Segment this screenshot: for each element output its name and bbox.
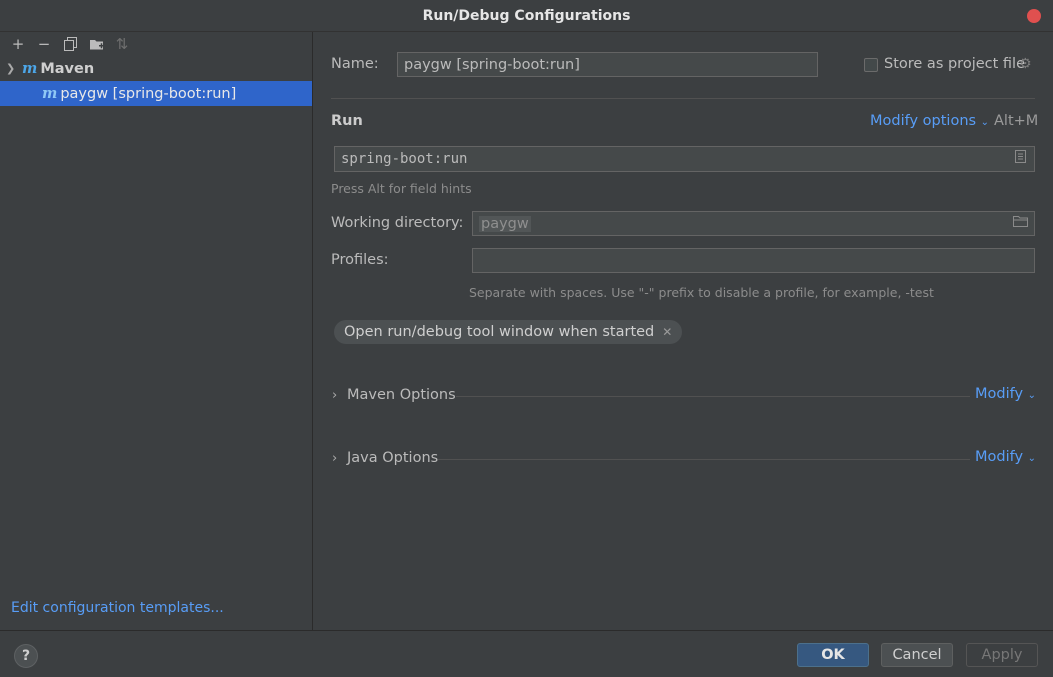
- store-project-label: Store as project file: [884, 56, 1025, 72]
- command-line-input[interactable]: spring-boot:run: [334, 146, 1035, 172]
- tree-item-label: paygw [spring-boot:run]: [60, 85, 237, 102]
- tree-group-label: Maven: [40, 60, 95, 77]
- chevron-down-icon: ⌄: [1027, 453, 1037, 464]
- help-button[interactable]: ?: [14, 644, 38, 668]
- edit-templates-link[interactable]: Edit configuration templates...: [11, 600, 224, 616]
- modify-options-link[interactable]: Modify options ⌄: [870, 113, 989, 129]
- chevron-down-icon: ⌄: [1027, 390, 1037, 401]
- profiles-hint-text: Separate with spaces. Use "-" prefix to …: [469, 285, 934, 300]
- chevron-right-icon: ›: [332, 387, 338, 403]
- ok-button[interactable]: OK: [797, 643, 869, 667]
- option-chip-label: Open run/debug tool window when started: [344, 324, 655, 340]
- tree-group-maven[interactable]: ❯ m Maven: [0, 56, 312, 81]
- run-section-title: Run: [331, 113, 363, 129]
- profiles-input[interactable]: [472, 248, 1035, 273]
- copy-icon[interactable]: [57, 33, 83, 55]
- store-project-checkbox[interactable]: [864, 58, 878, 72]
- command-line-value: spring-boot:run: [341, 151, 468, 167]
- chevron-down-icon[interactable]: ❯: [6, 62, 22, 75]
- chevron-down-icon: ⌄: [980, 117, 990, 128]
- working-directory-input[interactable]: paygw: [472, 211, 1035, 236]
- remove-icon[interactable]: −: [31, 33, 57, 55]
- modify-label: Modify: [975, 449, 1024, 465]
- profiles-label: Profiles:: [331, 252, 389, 268]
- dialog-footer: ? OK Cancel Apply: [0, 630, 1053, 677]
- java-options-label: Java Options: [347, 450, 439, 466]
- gear-icon[interactable]: ⚙: [1019, 56, 1032, 72]
- title-bar: Run/Debug Configurations: [0, 0, 1053, 32]
- java-options-modify-link[interactable]: Modify ⌄: [975, 449, 1036, 465]
- separator: [331, 98, 1035, 99]
- name-input[interactable]: paygw [spring-boot:run]: [397, 52, 818, 77]
- maven-options-toggle[interactable]: › Maven Options: [332, 387, 456, 403]
- sort-icon[interactable]: ⇅: [109, 33, 135, 55]
- modify-options-shortcut: Alt+M: [994, 113, 1039, 129]
- maven-options-label: Maven Options: [347, 387, 456, 403]
- maven-options-modify-link[interactable]: Modify ⌄: [975, 386, 1036, 402]
- close-icon[interactable]: ✕: [662, 325, 672, 339]
- cancel-button[interactable]: Cancel: [881, 643, 953, 667]
- name-label: Name:: [331, 56, 379, 72]
- sidebar-toolbar: + − ⇅: [0, 32, 312, 56]
- window-title: Run/Debug Configurations: [422, 7, 631, 24]
- name-input-value: paygw [spring-boot:run]: [404, 56, 580, 73]
- working-directory-label: Working directory:: [331, 215, 464, 231]
- expand-icon[interactable]: [1015, 150, 1026, 167]
- modify-label: Modify: [975, 386, 1024, 402]
- close-window-button[interactable]: [1027, 9, 1041, 23]
- separator: [456, 396, 970, 397]
- modify-options-label: Modify options: [870, 113, 977, 129]
- maven-icon: m: [42, 85, 58, 102]
- working-directory-value: paygw: [479, 215, 531, 232]
- folder-icon[interactable]: [1013, 215, 1028, 231]
- tree-item-paygw[interactable]: m paygw [spring-boot:run]: [0, 81, 312, 106]
- field-hint-text: Press Alt for field hints: [331, 181, 472, 196]
- maven-icon: m: [22, 60, 38, 77]
- sidebar: + − ⇅ ❯ m Maven m paygw [spring-boot:run…: [0, 32, 313, 630]
- folder-add-icon[interactable]: [83, 33, 109, 55]
- chevron-right-icon: ›: [332, 450, 338, 466]
- separator: [438, 459, 970, 460]
- option-chip-open-tool-window: Open run/debug tool window when started …: [334, 320, 683, 344]
- apply-button[interactable]: Apply: [966, 643, 1038, 667]
- java-options-toggle[interactable]: › Java Options: [332, 450, 438, 466]
- add-icon[interactable]: +: [5, 33, 31, 55]
- config-form: Name: paygw [spring-boot:run] Store as p…: [314, 32, 1053, 630]
